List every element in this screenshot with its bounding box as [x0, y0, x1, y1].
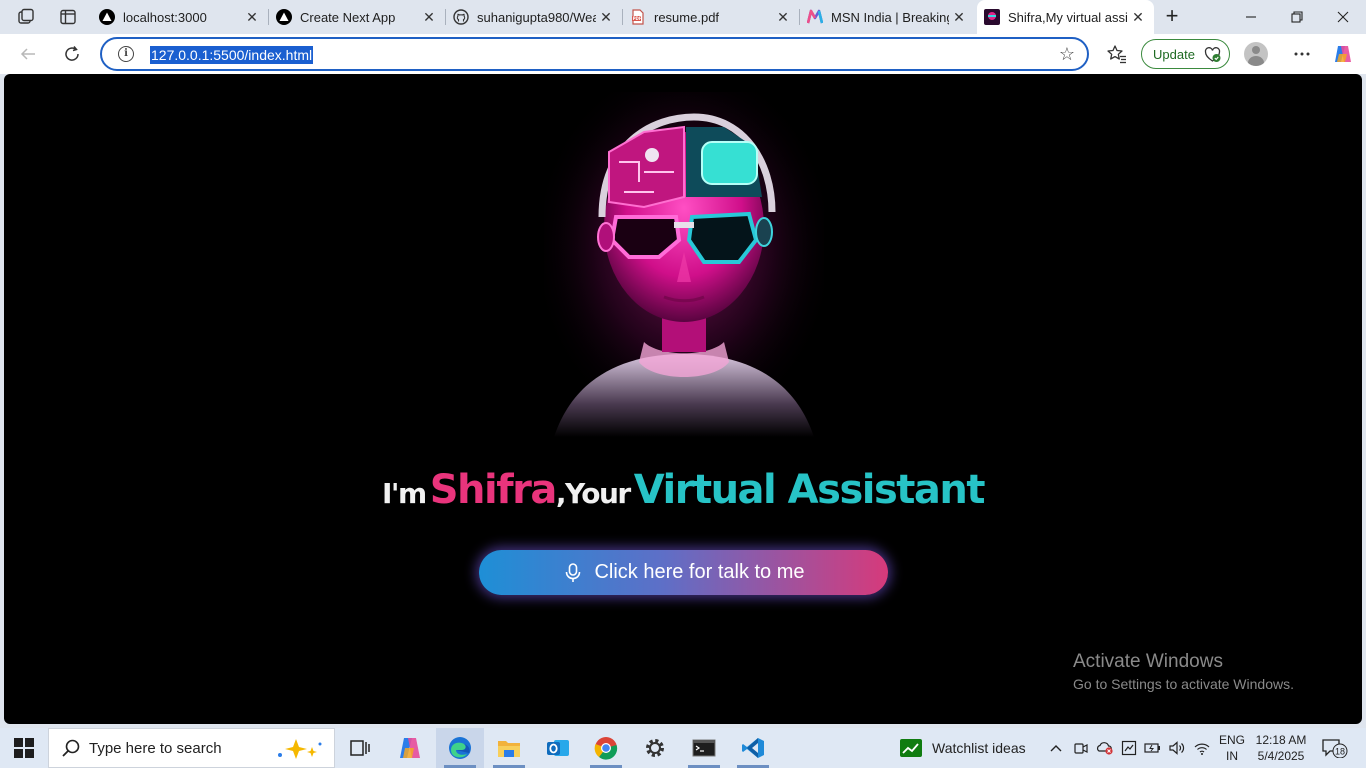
tab-msn[interactable]: MSN India | Breaking ✕	[800, 0, 975, 34]
shifra-icon	[984, 9, 1000, 25]
tab-github[interactable]: suhanigupta980/Weat ✕	[446, 0, 623, 34]
msn-icon	[807, 9, 823, 25]
tab-shifra[interactable]: Shifra,My virtual assist ✕	[977, 0, 1154, 34]
settings-gear-icon[interactable]	[631, 728, 679, 768]
copilot-taskbar-icon[interactable]	[386, 728, 434, 768]
windows-start-icon[interactable]	[14, 738, 34, 758]
close-window-icon[interactable]	[1320, 0, 1366, 34]
widget-label: Watchlist ideas	[932, 740, 1026, 756]
svg-text:PDF: PDF	[633, 16, 642, 21]
language-indicator[interactable]: ENG IN	[1219, 732, 1245, 764]
tab-title: suhanigupta980/Weat	[477, 9, 596, 25]
chrome-icon[interactable]	[582, 728, 630, 768]
meet-now-icon[interactable]	[1071, 738, 1091, 758]
show-hidden-icons-chevron[interactable]	[1046, 738, 1066, 758]
github-icon	[453, 9, 469, 25]
browser-toolbar: i 127.0.0.1:5500/index.html ☆ Update	[0, 34, 1366, 74]
outlook-icon[interactable]	[534, 728, 582, 768]
wifi-icon[interactable]	[1192, 738, 1212, 758]
more-menu-icon[interactable]	[1290, 42, 1314, 66]
tab-resume-pdf[interactable]: PDF resume.pdf ✕	[623, 0, 800, 34]
update-badge-icon	[1204, 46, 1221, 63]
tab-title: Shifra,My virtual assist	[1008, 9, 1128, 25]
headline-highlight: Virtual Assistant	[633, 467, 986, 513]
favorites-icon[interactable]	[1105, 42, 1129, 66]
close-tab-icon[interactable]: ✕	[949, 7, 969, 27]
watchlist-widget[interactable]: Watchlist ideas	[900, 728, 1026, 768]
update-button[interactable]: Update	[1141, 39, 1230, 69]
page-headline: I'm Shifra,Your Virtual Assistant	[4, 467, 1362, 513]
search-placeholder: Type here to search	[89, 739, 222, 757]
close-tab-icon[interactable]: ✕	[242, 7, 262, 27]
copilot-icon[interactable]	[1331, 42, 1355, 66]
volume-icon[interactable]	[1167, 738, 1187, 758]
activate-windows-watermark: Activate Windows Go to Settings to activ…	[1073, 650, 1294, 694]
language-region: IN	[1226, 749, 1238, 763]
system-clock[interactable]: 12:18 AM 5/4/2025	[1254, 732, 1308, 764]
back-arrow-icon[interactable]	[16, 42, 40, 66]
microphone-icon	[562, 562, 584, 584]
close-tab-icon[interactable]: ✕	[773, 7, 793, 27]
tab-strip: localhost:3000 ✕ Create Next App ✕ suhan…	[0, 0, 1366, 34]
tab-actions-icon[interactable]	[56, 6, 80, 28]
update-label: Update	[1153, 46, 1195, 62]
close-tab-icon[interactable]: ✕	[419, 7, 439, 27]
vscode-icon[interactable]	[729, 728, 777, 768]
edge-taskbar-icon[interactable]	[436, 728, 484, 768]
nextjs-icon	[99, 9, 115, 25]
close-tab-icon[interactable]: ✕	[596, 7, 616, 27]
tab-title: resume.pdf	[654, 9, 720, 25]
notification-count: 18	[1335, 747, 1345, 757]
headline-prefix: I'm	[381, 477, 427, 510]
url-text[interactable]: 127.0.0.1:5500/index.html	[150, 46, 314, 64]
search-highlight-icon	[270, 737, 324, 761]
address-bar[interactable]: i 127.0.0.1:5500/index.html ☆	[100, 37, 1089, 71]
watermark-title: Activate Windows	[1073, 651, 1223, 672]
task-view-icon[interactable]	[336, 728, 384, 768]
talk-button-label: Click here for talk to me	[594, 561, 805, 583]
tab-create-next-app[interactable]: Create Next App ✕	[269, 0, 446, 34]
terminal-icon[interactable]	[680, 728, 728, 768]
minimize-icon[interactable]	[1228, 0, 1274, 34]
close-tab-icon[interactable]: ✕	[1128, 7, 1148, 27]
tab-localhost[interactable]: localhost:3000 ✕	[92, 0, 269, 34]
stock-chart-icon	[900, 739, 922, 757]
restore-icon[interactable]	[1274, 0, 1320, 34]
cyber-assistant-image	[544, 92, 824, 437]
pdf-icon: PDF	[630, 9, 646, 25]
refresh-icon[interactable]	[60, 42, 84, 66]
language-code: ENG	[1219, 733, 1246, 747]
watermark-subtitle: Go to Settings to activate Windows.	[1073, 676, 1294, 692]
battery-plug-icon[interactable]	[1143, 738, 1163, 758]
assistant-name: Shifra	[429, 467, 558, 513]
search-icon	[61, 738, 81, 758]
onedrive-error-icon[interactable]	[1095, 738, 1115, 758]
page-viewport: I'm Shifra,Your Virtual Assistant Click …	[4, 74, 1362, 724]
taskbar: Type here to search Watchlist ideas ENG …	[0, 728, 1366, 768]
notification-center-icon[interactable]: 18	[1322, 738, 1348, 759]
new-tab-icon[interactable]: +	[1160, 5, 1184, 28]
headline-middle: ,Your	[555, 477, 631, 510]
clock-date: 5/4/2025	[1257, 749, 1305, 763]
tab-title: MSN India | Breaking	[831, 9, 949, 25]
tab-title: localhost:3000	[123, 9, 207, 25]
clock-time: 12:18 AM	[1255, 733, 1307, 747]
file-explorer-icon[interactable]	[485, 728, 533, 768]
nextjs-icon	[276, 9, 292, 25]
profile-avatar[interactable]	[1244, 42, 1268, 66]
favorite-star-icon[interactable]: ☆	[1059, 45, 1075, 63]
taskbar-search-box[interactable]: Type here to search	[48, 728, 335, 768]
workspaces-icon[interactable]	[14, 6, 38, 28]
tab-title: Create Next App	[300, 9, 396, 25]
tray-app-icon[interactable]	[1119, 738, 1139, 758]
talk-button[interactable]: Click here for talk to me	[479, 550, 888, 595]
site-info-icon[interactable]: i	[118, 46, 134, 62]
